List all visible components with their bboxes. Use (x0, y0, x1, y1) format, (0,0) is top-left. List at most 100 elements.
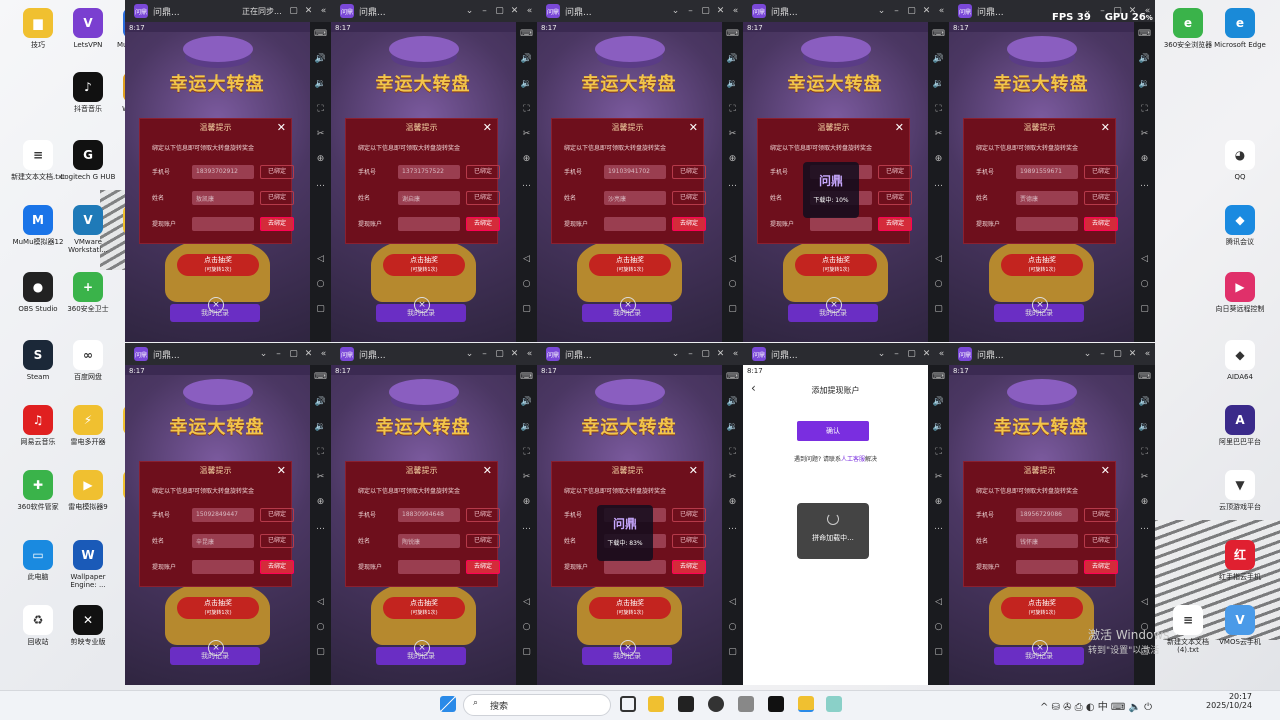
bind-button[interactable]: 去绑定 (260, 560, 294, 574)
phone-field[interactable]: 18956729086 (1016, 508, 1078, 522)
dialog-close-icon[interactable]: ✕ (689, 120, 698, 135)
lottery-button[interactable]: 点击抽奖 (可旋转1次) (383, 254, 465, 276)
sidebar-tool-icon[interactable] (722, 197, 743, 222)
account-field[interactable] (604, 560, 666, 574)
sidebar-tool-icon[interactable]: ▢ (1134, 297, 1155, 322)
name-field[interactable]: 沙亮康 (604, 191, 666, 205)
sidebar-tool-icon[interactable]: … (722, 172, 743, 197)
sidebar-tool-icon[interactable] (310, 197, 331, 222)
app-icon[interactable] (826, 696, 842, 712)
phone-field[interactable]: 15092849447 (192, 508, 254, 522)
close-button[interactable]: ✕ (301, 6, 316, 16)
sidebar-tool-icon[interactable]: 🔉 (928, 72, 949, 97)
sidebar-tool-icon[interactable]: … (310, 515, 331, 540)
sidebar-tool-icon[interactable]: ⊕ (516, 147, 537, 172)
maximize-button[interactable]: ▢ (698, 6, 713, 16)
desktop-icon[interactable]: ▼ 云顶游戏平台 (1212, 470, 1268, 511)
close-button[interactable]: ✕ (507, 349, 522, 359)
sidebar-tool-icon[interactable]: 🔉 (722, 415, 743, 440)
account-field[interactable] (192, 217, 254, 231)
lottery-button[interactable]: 点击抽奖 (可旋转1次) (1001, 597, 1083, 619)
bound-button[interactable]: 已绑定 (672, 508, 706, 522)
account-field[interactable] (810, 217, 872, 231)
sidebar-tool-icon[interactable]: ◁ (1134, 590, 1155, 615)
sidebar-tool-icon[interactable] (928, 540, 949, 565)
sidebar-tool-icon[interactable]: ✂ (1134, 465, 1155, 490)
bound-button[interactable]: 已绑定 (466, 508, 500, 522)
minimize-button[interactable]: – (271, 349, 286, 359)
desktop-icon[interactable]: ◆ AIDA64 (1212, 340, 1268, 381)
sidebar-tool-icon[interactable]: ▢ (722, 640, 743, 665)
sidebar-tool-icon[interactable]: ✂ (928, 465, 949, 490)
sidebar-tool-icon[interactable]: ⛶ (310, 440, 331, 465)
maximize-button[interactable]: ▢ (1110, 349, 1125, 359)
sidebar-tool-icon[interactable]: 🔉 (1134, 415, 1155, 440)
desktop-icon[interactable]: ● OBS Studio (10, 272, 66, 313)
sidebar-tool-icon[interactable]: ⌨ (516, 365, 537, 390)
sidebar-tool-icon[interactable]: 🔊 (310, 390, 331, 415)
maximize-button[interactable]: ▢ (698, 349, 713, 359)
close-button[interactable]: ✕ (1125, 349, 1140, 359)
desktop-icon[interactable]: e Microsoft Edge (1212, 8, 1268, 49)
close-icon[interactable]: × (414, 297, 430, 313)
collapse-icon[interactable]: « (316, 349, 331, 359)
close-icon[interactable]: × (620, 640, 636, 656)
sidebar-tool-icon[interactable]: 🔊 (516, 47, 537, 72)
sidebar-tool-icon[interactable]: … (928, 172, 949, 197)
sidebar-tool-icon[interactable]: ⌨ (1134, 22, 1155, 47)
name-field[interactable]: 陶锐康 (398, 534, 460, 548)
file-explorer-icon[interactable] (648, 696, 664, 712)
sidebar-tool-icon[interactable]: ⌨ (928, 365, 949, 390)
window-titlebar[interactable]: 问鼎问鼎... ⌄–▢✕« (743, 0, 949, 22)
sidebar-tool-icon[interactable]: ▢ (310, 640, 331, 665)
pin-icon[interactable]: ⌄ (874, 349, 889, 359)
sidebar-tool-icon[interactable]: 🔊 (516, 390, 537, 415)
lottery-button[interactable]: 点击抽奖 (可旋转1次) (589, 254, 671, 276)
sidebar-tool-icon[interactable] (516, 565, 537, 590)
sidebar-tool-icon[interactable]: 🔊 (310, 47, 331, 72)
pin-icon[interactable]: ⌄ (1080, 349, 1095, 359)
app-icon[interactable] (678, 696, 694, 712)
name-field[interactable]: 钱怀康 (1016, 534, 1078, 548)
sidebar-tool-icon[interactable]: ⊕ (310, 490, 331, 515)
close-button[interactable]: ✕ (713, 349, 728, 359)
lottery-button[interactable]: 点击抽奖 (可旋转1次) (1001, 254, 1083, 276)
emulator-window[interactable]: 问鼎问鼎...⌄–▢✕«⌨🔊🔉⛶✂⊕…◁○▢8:17幸运大转盘点击抽奖(可旋转1… (125, 343, 331, 685)
bound-button[interactable]: 已绑定 (878, 165, 912, 179)
sidebar-tool-icon[interactable]: 🔊 (928, 47, 949, 72)
sidebar-tool-icon[interactable]: ⛶ (1134, 440, 1155, 465)
bind-button[interactable]: 去绑定 (1084, 217, 1118, 231)
bind-button[interactable]: 去绑定 (1084, 560, 1118, 574)
account-field[interactable] (604, 217, 666, 231)
sidebar-tool-icon[interactable]: ○ (310, 615, 331, 640)
bound-button[interactable]: 已绑定 (466, 534, 500, 548)
bound-button[interactable]: 已绑定 (260, 508, 294, 522)
dialog-close-icon[interactable]: ✕ (277, 120, 286, 135)
sidebar-tool-icon[interactable]: … (516, 172, 537, 197)
emulator-window[interactable]: 问鼎问鼎...⌄–▢✕«⌨🔊🔉⛶✂⊕…◁○▢8:17幸运大转盘点击抽奖(可旋转1… (949, 0, 1155, 342)
sidebar-tool-icon[interactable]: ⛶ (722, 440, 743, 465)
close-button[interactable]: ✕ (919, 6, 934, 16)
minimize-button[interactable]: – (683, 6, 698, 16)
pin-icon[interactable]: ⌄ (462, 349, 477, 359)
sidebar-tool-icon[interactable] (516, 540, 537, 565)
sidebar-tool-icon[interactable]: ⛶ (310, 97, 331, 122)
task-view-icon[interactable] (620, 696, 636, 712)
desktop-icon[interactable]: S Steam (10, 340, 66, 381)
bound-button[interactable]: 已绑定 (672, 191, 706, 205)
close-button[interactable]: ✕ (301, 349, 316, 359)
sidebar-tool-icon[interactable]: ◁ (928, 590, 949, 615)
window-titlebar[interactable]: 问鼎问鼎... ⌄–▢✕« (537, 343, 743, 365)
sidebar-tool-icon[interactable] (310, 540, 331, 565)
window-titlebar[interactable]: 问鼎问鼎... ⌄–▢✕« (125, 343, 331, 365)
name-field[interactable]: 敖凯康 (192, 191, 254, 205)
sidebar-tool-icon[interactable]: ⌨ (310, 22, 331, 47)
desktop-icon[interactable]: ♻ 回收站 (10, 605, 66, 646)
close-icon[interactable]: × (208, 297, 224, 313)
sidebar-tool-icon[interactable]: ◁ (310, 590, 331, 615)
desktop-icon[interactable]: ≡ 新建文本文档.txt (10, 140, 66, 181)
sidebar-tool-icon[interactable]: ⊕ (310, 147, 331, 172)
sidebar-tool-icon[interactable]: ⊕ (722, 147, 743, 172)
emulator-window[interactable]: 问鼎 问鼎... ⌄ – ▢ ✕ «⌨ 🔊 🔉 ⛶ ✂ ⊕… ◁ ○ ▢ 8:17 ‹ 添加提现账户 确认 遇到问题?… (743, 343, 949, 685)
bound-button[interactable]: 已绑定 (878, 191, 912, 205)
